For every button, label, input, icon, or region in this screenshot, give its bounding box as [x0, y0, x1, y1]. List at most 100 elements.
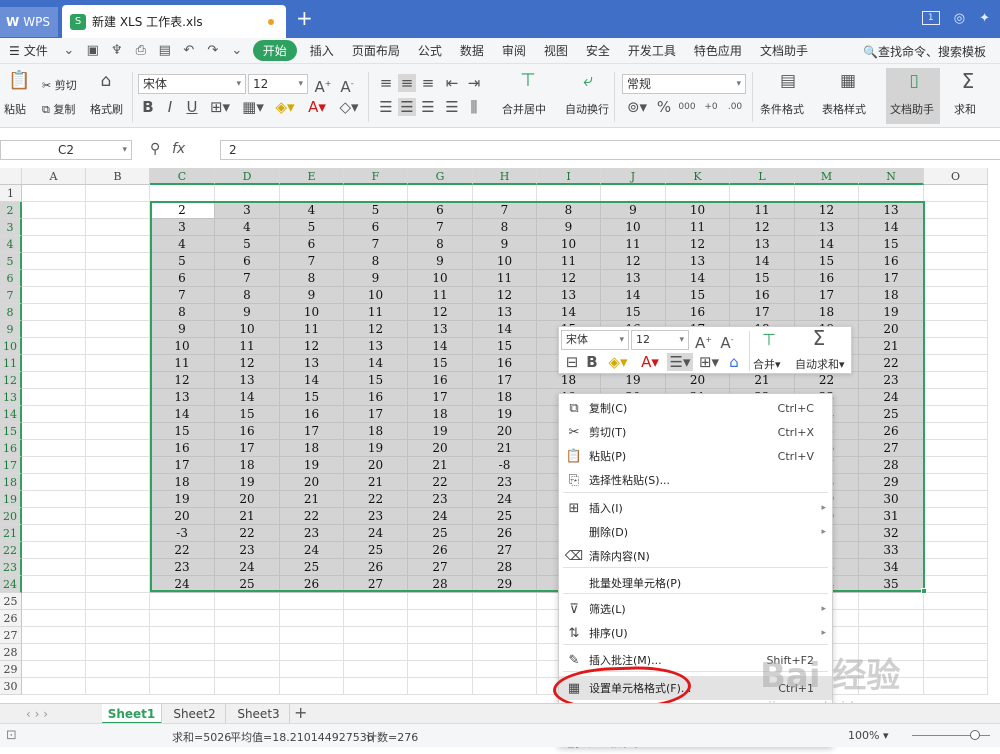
cell-H8[interactable]: 13: [473, 304, 537, 321]
cell-H16[interactable]: 21: [473, 440, 537, 457]
cell-L4[interactable]: 13: [730, 236, 795, 253]
chevron-down-icon[interactable]: ⌄: [229, 43, 245, 58]
cell-C23[interactable]: 23: [150, 559, 215, 576]
cell-H20[interactable]: 25: [473, 508, 537, 525]
cell-F13[interactable]: 16: [344, 389, 408, 406]
cell-K5[interactable]: 13: [666, 253, 730, 270]
decrease-font-icon[interactable]: A-: [338, 75, 356, 96]
cell-E19[interactable]: 21: [280, 491, 344, 508]
cell-E17[interactable]: 19: [280, 457, 344, 474]
cell-C11[interactable]: 11: [150, 355, 215, 372]
cell-C22[interactable]: 22: [150, 542, 215, 559]
cell-F6[interactable]: 9: [344, 270, 408, 287]
doc-helper-button[interactable]: 文档助手: [890, 101, 934, 117]
row-header-6[interactable]: 6: [0, 270, 22, 287]
cell-D12[interactable]: 13: [215, 372, 280, 389]
cell-C24[interactable]: 24: [150, 576, 215, 593]
cell-N29[interactable]: [859, 661, 924, 678]
cell-D16[interactable]: 17: [215, 440, 280, 457]
cell-D6[interactable]: 7: [215, 270, 280, 287]
cell-J2[interactable]: 9: [601, 202, 666, 219]
cell-I5[interactable]: 11: [537, 253, 601, 270]
cell-I1[interactable]: [537, 185, 601, 202]
cell-O13[interactable]: [924, 389, 988, 406]
cell-G15[interactable]: 19: [408, 423, 473, 440]
row-header-30[interactable]: 30: [0, 678, 22, 695]
cell-K4[interactable]: 12: [666, 236, 730, 253]
cell-H4[interactable]: 9: [473, 236, 537, 253]
tab-view[interactable]: 视图: [535, 42, 577, 59]
row-header-11[interactable]: 11: [0, 355, 22, 372]
cell-A25[interactable]: [22, 593, 86, 610]
currency-icon[interactable]: ⊚▾: [624, 98, 650, 116]
cell-E18[interactable]: 20: [280, 474, 344, 491]
mini-increase-font-icon[interactable]: A+: [695, 331, 712, 352]
increase-decimal-icon[interactable]: +0: [702, 98, 720, 116]
row-header-4[interactable]: 4: [0, 236, 22, 253]
cell-B20[interactable]: [86, 508, 150, 525]
add-sheet-button[interactable]: +: [294, 704, 307, 722]
cell-A4[interactable]: [22, 236, 86, 253]
cell-N11[interactable]: 22: [859, 355, 924, 372]
cell-J4[interactable]: 11: [601, 236, 666, 253]
cell-O8[interactable]: [924, 304, 988, 321]
cell-B29[interactable]: [86, 661, 150, 678]
cell-C15[interactable]: 15: [150, 423, 215, 440]
align-center-icon[interactable]: ☰: [398, 98, 416, 116]
cell-N22[interactable]: 33: [859, 542, 924, 559]
undo-icon[interactable]: ↶: [181, 43, 197, 58]
row-header-14[interactable]: 14: [0, 406, 22, 423]
cell-D1[interactable]: [215, 185, 280, 202]
cell-G8[interactable]: 12: [408, 304, 473, 321]
cell-B26[interactable]: [86, 610, 150, 627]
cell-C9[interactable]: 9: [150, 321, 215, 338]
cell-F7[interactable]: 10: [344, 287, 408, 304]
cell-E11[interactable]: 13: [280, 355, 344, 372]
indent-increase-icon[interactable]: ⇥: [466, 74, 482, 92]
align-right-icon[interactable]: ☰: [420, 98, 436, 116]
cell-F27[interactable]: [344, 627, 408, 644]
cell-C3[interactable]: 3: [150, 219, 215, 236]
cell-B30[interactable]: [86, 678, 150, 695]
cell-N15[interactable]: 26: [859, 423, 924, 440]
cell-F15[interactable]: 18: [344, 423, 408, 440]
cell-B9[interactable]: [86, 321, 150, 338]
cell-O29[interactable]: [924, 661, 988, 678]
cell-G25[interactable]: [408, 593, 473, 610]
cell-H25[interactable]: [473, 593, 537, 610]
cell-A18[interactable]: [22, 474, 86, 491]
cell-H17[interactable]: -8: [473, 457, 537, 474]
sheet-tab-1[interactable]: Sheet1: [102, 704, 162, 724]
sheet-tab-3[interactable]: Sheet3: [228, 704, 290, 724]
row-header-7[interactable]: 7: [0, 287, 22, 304]
cell-F19[interactable]: 22: [344, 491, 408, 508]
cell-A9[interactable]: [22, 321, 86, 338]
cell-I2[interactable]: 8: [537, 202, 601, 219]
cell-C17[interactable]: 17: [150, 457, 215, 474]
context-item-6[interactable]: ⌫ 清除内容(N): [559, 544, 832, 568]
cell-G17[interactable]: 21: [408, 457, 473, 474]
column-header-J[interactable]: J: [601, 168, 666, 185]
cell-G9[interactable]: 13: [408, 321, 473, 338]
cell-H3[interactable]: 8: [473, 219, 537, 236]
row-header-16[interactable]: 16: [0, 440, 22, 457]
cell-E15[interactable]: 17: [280, 423, 344, 440]
cell-B8[interactable]: [86, 304, 150, 321]
hamburger-icon[interactable]: ☰: [0, 44, 20, 58]
cell-A21[interactable]: [22, 525, 86, 542]
wrap-text-button[interactable]: 自动换行: [565, 101, 609, 117]
cell-D24[interactable]: 25: [215, 576, 280, 593]
cell-H7[interactable]: 12: [473, 287, 537, 304]
mini-size-select[interactable]: 12: [631, 330, 689, 350]
conditional-format-button[interactable]: 条件格式: [760, 101, 804, 117]
cell-F20[interactable]: 23: [344, 508, 408, 525]
cell-A17[interactable]: [22, 457, 86, 474]
cell-H2[interactable]: 7: [473, 202, 537, 219]
cell-E6[interactable]: 8: [280, 270, 344, 287]
cell-A26[interactable]: [22, 610, 86, 627]
cell-J12[interactable]: 19: [601, 372, 666, 389]
cell-O11[interactable]: [924, 355, 988, 372]
cell-F28[interactable]: [344, 644, 408, 661]
cell-O26[interactable]: [924, 610, 988, 627]
row-header-10[interactable]: 10: [0, 338, 22, 355]
